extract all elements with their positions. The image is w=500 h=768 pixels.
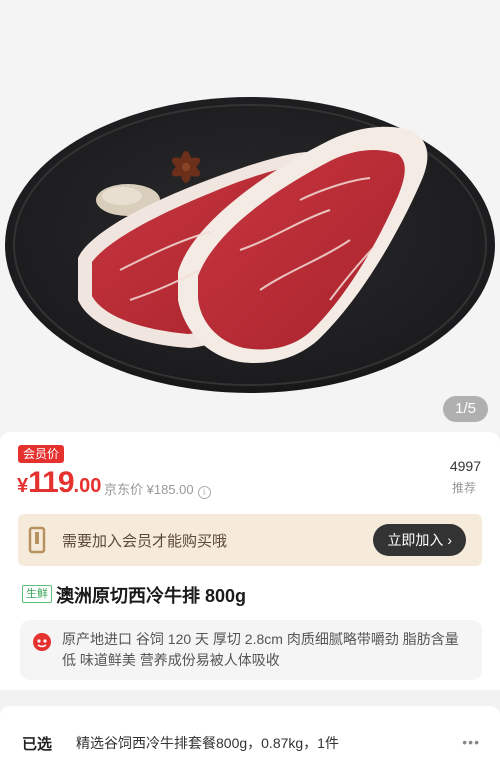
gallery-page-indicator: 1/5 [443,396,488,422]
recommend-label[interactable]: 推荐 [452,479,476,496]
price-decimal: .00 [73,475,102,497]
member-banner-text: 需要加入会员才能购买哦 [62,533,228,550]
more-dots-icon[interactable]: ••• [462,734,480,750]
selected-label: 已选 [22,736,53,753]
recommend-count: 4997 [449,458,481,474]
selected-value: 精选谷饲西冷牛排套餐800g，0.87kg，1件 [76,735,339,751]
fresh-tag: 生鲜 [22,585,52,603]
product-description: 原产地进口 谷饲 120 天 厚切 2.8cm 肉质细腻略带嚼劲 脂肪含量低 味… [62,631,459,668]
product-image-gallery[interactable]: 1/5 [0,0,500,432]
member-price: ¥119.00 [17,466,101,500]
member-price-tag: 会员价 [18,445,65,463]
product-image [5,97,495,393]
info-icon[interactable]: i [197,486,211,499]
product-info-card: 会员价 ¥119.00 京东价 ¥185.00 i 4997 推荐 需要加入会员才… [0,432,500,690]
member-card-icon [28,526,46,554]
selected-spec-row[interactable]: 已选 精选谷饲西冷牛排套餐800g，0.87kg，1件 ••• [0,706,500,768]
jd-price: 京东价 ¥185.00 i [104,479,211,499]
price-currency: ¥ [17,475,29,497]
jd-price-text: 京东价 ¥185.00 [104,482,194,497]
join-member-button[interactable]: 立即加入 › [373,524,466,556]
product-title-row: 生鲜 澳洲原切西冷牛排 800g [22,582,482,606]
product-title: 澳洲原切西冷牛排 800g [56,586,247,606]
product-description-box: 原产地进口 谷饲 120 天 厚切 2.8cm 肉质细腻略带嚼劲 脂肪含量低 味… [20,620,482,680]
red-tag-icon [33,633,51,651]
member-banner[interactable]: 需要加入会员才能购买哦 立即加入 › [18,514,482,566]
price-integer: 119 [28,466,74,499]
